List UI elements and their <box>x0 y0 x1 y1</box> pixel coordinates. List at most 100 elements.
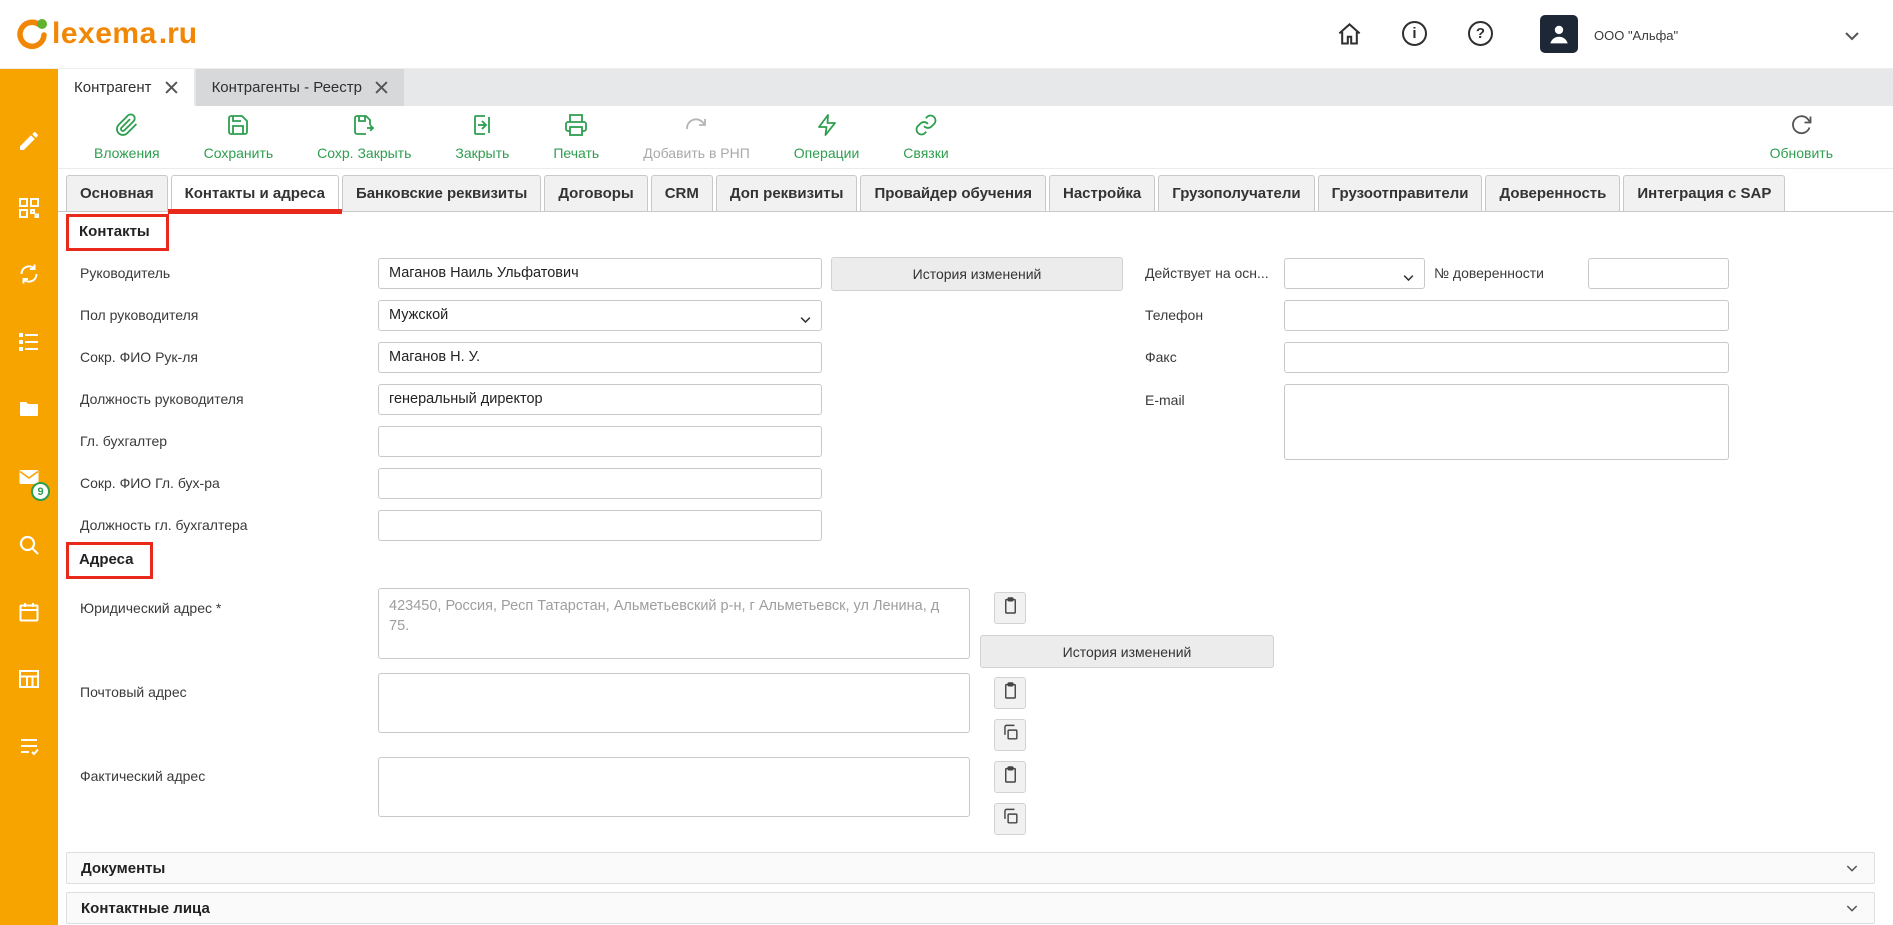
attachments-button[interactable]: Вложения <box>94 113 160 161</box>
links-button[interactable]: Связки <box>903 113 948 161</box>
window-tab-reestr[interactable]: Контрагенты - Реестр <box>196 69 404 106</box>
input-gl-buhgalter[interactable] <box>378 426 822 457</box>
input-email[interactable] <box>1284 384 1729 460</box>
section-label: Документы <box>81 860 165 877</box>
refresh-label: Обновить <box>1770 145 1833 161</box>
tab-dogovory[interactable]: Договоры <box>544 175 647 211</box>
refresh-button[interactable]: Обновить <box>1770 113 1833 161</box>
printer-icon <box>564 113 588 142</box>
save-button[interactable]: Сохранить <box>204 113 274 161</box>
list-icon[interactable] <box>17 330 41 354</box>
label-deystvuet-na-osnovanii: Действует на осн... <box>1145 265 1269 281</box>
close-icon[interactable] <box>165 81 178 94</box>
input-sokr-fio-ruk[interactable]: Маганов Н. У. <box>378 342 822 373</box>
label-dolzhnost-gl-buhgaltera: Должность гл. бухгалтера <box>80 517 248 533</box>
close-icon[interactable] <box>375 81 388 94</box>
window-tab-kontragent[interactable]: Контрагент <box>58 69 194 106</box>
operations-button[interactable]: Операции <box>794 113 860 161</box>
refresh-icon <box>1789 113 1813 142</box>
logo-icon <box>14 16 50 52</box>
label-sokr-fio-gl-buh: Сокр. ФИО Гл. бух-ра <box>80 475 220 491</box>
calendar-icon[interactable] <box>17 600 41 624</box>
tab-bankovskie-rekvizity[interactable]: Банковские реквизиты <box>342 175 541 211</box>
label-dolzhnost-rukovoditelya: Должность руководителя <box>80 391 244 407</box>
lightning-icon <box>815 113 839 142</box>
select-deystvuet-na-osnovanii[interactable] <box>1284 258 1425 289</box>
save-icon <box>226 113 250 142</box>
tab-osnovnaya[interactable]: Основная <box>66 175 168 211</box>
edit-icon[interactable] <box>17 129 41 153</box>
tab-gruzootpraviteli[interactable]: Грузоотправители <box>1318 175 1483 211</box>
checklist-icon[interactable] <box>17 734 41 758</box>
logo-text-suffix: .ru <box>159 17 197 51</box>
label-sokr-fio-ruk: Сокр. ФИО Рук-ля <box>80 349 198 365</box>
table-icon[interactable] <box>17 667 41 691</box>
form-content: Контакты Руководитель Маганов Наиль Ульф… <box>58 212 1893 925</box>
copy-icon <box>1001 723 1020 747</box>
operations-label: Операции <box>794 145 860 161</box>
input-rukovoditel[interactable]: Маганов Наиль Ульфатович <box>378 258 822 289</box>
help-icon[interactable]: ? <box>1468 21 1493 46</box>
input-nomer-doverennosti[interactable] <box>1588 258 1729 289</box>
form-tab-bar: Основная Контакты и адреса Банковские ре… <box>58 169 1893 212</box>
section-kontaktnye-litsa[interactable]: Контактные лица <box>66 892 1875 924</box>
clipboard-button-actual[interactable] <box>994 761 1026 793</box>
home-icon[interactable] <box>1336 21 1363 48</box>
info-icon[interactable]: i <box>1402 21 1427 46</box>
print-button[interactable]: Печать <box>553 113 599 161</box>
input-fakticheskiy-adres[interactable] <box>378 757 970 817</box>
label-fakticheskiy-adres: Фактический адрес <box>80 768 205 784</box>
input-yuridicheskiy-adres[interactable]: 423450, Россия, Респ Татарстан, Альметье… <box>378 588 970 659</box>
input-faks[interactable] <box>1284 342 1729 373</box>
chevron-down-icon <box>798 309 813 324</box>
history-button-contacts[interactable]: История изменений <box>831 257 1123 291</box>
clipboard-button-postal[interactable] <box>994 677 1026 709</box>
sync-icon[interactable] <box>17 262 41 286</box>
folder-icon[interactable] <box>17 397 41 421</box>
input-pochtovyy-adres[interactable] <box>378 673 970 733</box>
contacts-section-title: Контакты <box>66 214 169 251</box>
tab-provayder-obucheniya[interactable]: Провайдер обучения <box>860 175 1046 211</box>
clipboard-icon <box>1001 681 1020 705</box>
chevron-down-icon <box>1844 860 1860 876</box>
account-chevron-icon[interactable] <box>1840 24 1864 48</box>
tab-doverennost[interactable]: Доверенность <box>1485 175 1620 211</box>
chevron-down-icon <box>1401 267 1416 282</box>
tab-integratsiya-sap[interactable]: Интеграция с SAP <box>1623 175 1785 211</box>
mail-badge: 9 <box>31 482 50 501</box>
label-rukovoditel: Руководитель <box>80 265 170 281</box>
add-rnp-label: Добавить в РНП <box>643 145 750 161</box>
input-sokr-fio-gl-buh[interactable] <box>378 468 822 499</box>
save-close-label: Сохр. Закрыть <box>317 145 411 161</box>
links-label: Связки <box>903 145 948 161</box>
addresses-section-title: Адреса <box>66 542 153 579</box>
tab-gruzopoluchateli[interactable]: Грузополучатели <box>1158 175 1314 211</box>
app-header: lexema.ru i ? ООО "Альфа" <box>0 0 1893 69</box>
section-label: Контактные лица <box>81 900 210 917</box>
history-button-addresses[interactable]: История изменений <box>980 635 1274 668</box>
modules-grid-icon[interactable] <box>17 196 41 220</box>
label-nomer-doverennosti: № доверенности <box>1434 265 1544 281</box>
save-close-button[interactable]: Сохр. Закрыть <box>317 113 411 161</box>
label-yuridicheskiy-adres: Юридический адрес * <box>80 600 221 616</box>
tab-dop-rekvizity[interactable]: Доп реквизиты <box>716 175 858 211</box>
section-dokumenty[interactable]: Документы <box>66 852 1875 884</box>
attachments-label: Вложения <box>94 145 160 161</box>
tab-kontakty-i-adresa[interactable]: Контакты и адреса <box>171 175 339 211</box>
copy-button-actual[interactable] <box>994 803 1026 835</box>
input-telefon[interactable] <box>1284 300 1729 331</box>
input-dolzhnost-gl-buhgaltera[interactable] <box>378 510 822 541</box>
chevron-down-icon <box>1844 900 1860 916</box>
search-icon[interactable] <box>17 533 41 557</box>
tab-crm[interactable]: CRM <box>651 175 713 211</box>
select-pol-rukovoditelya[interactable]: Мужской <box>378 300 822 331</box>
copy-icon <box>1001 807 1020 831</box>
user-avatar[interactable] <box>1540 15 1578 53</box>
close-button[interactable]: Закрыть <box>455 113 509 161</box>
main-area: Контрагент Контрагенты - Реестр Вложения <box>58 69 1893 925</box>
copy-button-postal[interactable] <box>994 719 1026 751</box>
input-dolzhnost-rukovoditelya[interactable]: генеральный директор <box>378 384 822 415</box>
label-faks: Факс <box>1145 349 1177 365</box>
tab-nastroyka[interactable]: Настройка <box>1049 175 1155 211</box>
clipboard-button-legal[interactable] <box>994 592 1026 624</box>
